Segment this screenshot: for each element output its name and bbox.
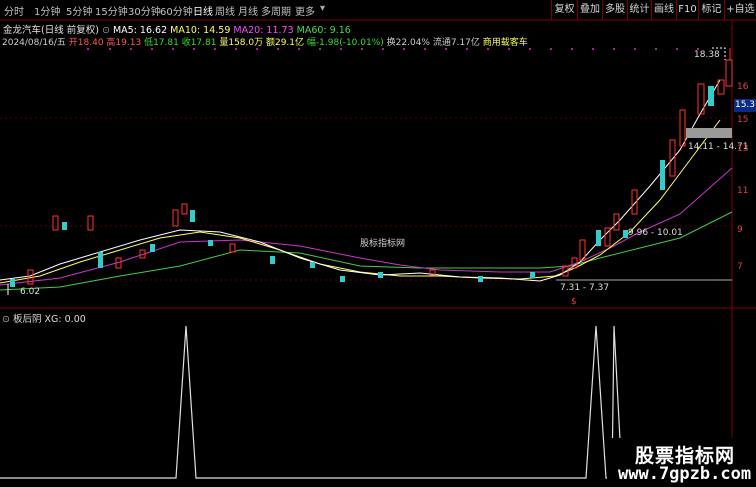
candle-down <box>596 230 601 246</box>
candle-up <box>725 59 733 87</box>
range-label-2: 9.96 - 10.01 <box>628 228 683 238</box>
ma60-line <box>0 211 733 291</box>
indicator-name[interactable]: 板后阴 <box>13 314 42 325</box>
candle-down <box>150 244 155 252</box>
candle-up <box>87 215 94 231</box>
candle-down <box>10 279 15 287</box>
down-candles <box>10 86 714 287</box>
price-tick: 11 <box>737 186 749 196</box>
indicator-settings-icon[interactable]: ⊙ <box>2 314 10 325</box>
price-tick: 13 <box>737 144 749 154</box>
price-tick: 16 <box>737 82 749 92</box>
candle-up <box>669 139 676 177</box>
candle-down <box>190 210 195 222</box>
range-label-3: 7.31 - 7.37 <box>560 283 610 293</box>
candle-down <box>530 272 535 278</box>
signal-dots <box>87 48 699 50</box>
candle-down <box>62 222 67 230</box>
candle-down <box>378 272 383 278</box>
low-price-label: 6.02 <box>20 287 41 297</box>
candle-up <box>52 215 59 231</box>
indicator-header: ⊙ 板后阴 XG: 0.00 <box>2 311 86 325</box>
candle-down <box>660 160 665 190</box>
price-tick: 7 <box>737 262 743 272</box>
candle-down <box>98 252 103 268</box>
ma5-line <box>0 79 721 282</box>
candle-up <box>679 109 686 147</box>
candle-up <box>172 209 179 227</box>
site-logo: 股票指标网 www.7gpzb.com <box>607 438 756 487</box>
range-highlight <box>686 128 732 138</box>
candle-down <box>708 86 714 106</box>
watermark: 股标指标网 <box>360 239 406 249</box>
indicator-value: XG: 0.00 <box>44 314 86 325</box>
candle-down <box>478 276 483 282</box>
candle-down <box>270 256 275 264</box>
current-price-badge: 15.3 <box>734 99 756 112</box>
price-tick: 9 <box>737 225 743 235</box>
logo-url: www.7gpzb.com <box>618 464 752 484</box>
candle-up <box>229 243 236 253</box>
candle-down <box>310 262 315 268</box>
ma10-line <box>0 119 721 284</box>
candle-down <box>208 240 213 246</box>
high-price-label: 18.38 <box>694 50 720 60</box>
buy-signal-marker: $ <box>571 297 577 307</box>
candle-up <box>181 203 188 215</box>
price-tick: 15 <box>737 115 749 125</box>
candle-down <box>340 276 345 282</box>
